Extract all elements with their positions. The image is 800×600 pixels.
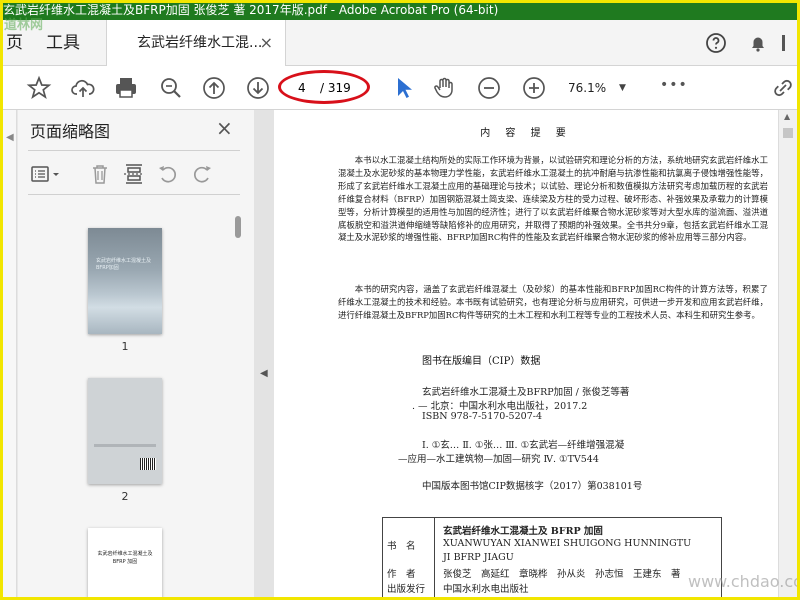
zoom-dropdown-caret[interactable]: ▼ bbox=[619, 76, 626, 100]
options-icon[interactable] bbox=[30, 162, 64, 186]
info-label-column: 书 名 作 者 出版发行 bbox=[383, 518, 435, 600]
rotate-cw-icon[interactable] bbox=[190, 162, 214, 186]
trash-icon[interactable] bbox=[88, 162, 112, 186]
summary-paragraph-2: 本书的研究内容，涵盖了玄武岩纤维混凝土（及砂浆）的基本性能和BFRP加固RC构件… bbox=[338, 284, 768, 320]
star-icon[interactable] bbox=[26, 75, 52, 101]
select-arrow-icon[interactable] bbox=[390, 75, 416, 101]
document-tab-label: 玄武岩纤维水工混... bbox=[137, 35, 263, 51]
watermark-url: www.chdao.com bbox=[688, 572, 800, 591]
panel-close-button[interactable]: × bbox=[216, 116, 233, 140]
rotate-ccw-icon[interactable] bbox=[156, 162, 180, 186]
scroll-up-arrow-icon[interactable]: ▲ bbox=[784, 112, 790, 121]
cip-title: 图书在版编目（CIP）数据 bbox=[422, 356, 541, 367]
book-info-table: 书 名 作 者 出版发行 玄武岩纤维水工混凝土及 BFRP 加固 XUANWUY… bbox=[382, 517, 722, 600]
barcode-icon bbox=[140, 458, 156, 470]
thumbnail-page-number: 1 bbox=[121, 340, 129, 353]
red-annotation-ellipse bbox=[278, 70, 370, 104]
publisher-value: 中国水利水电出版社 bbox=[443, 584, 529, 595]
thumbnail-title-page-text: 玄武岩纤维水工混凝土及 BFRP 加固 bbox=[97, 551, 153, 565]
hand-tool-icon[interactable] bbox=[432, 75, 458, 101]
page-thumbnail-3[interactable]: 玄武岩纤维水工混凝土及 BFRP 加固 bbox=[88, 528, 162, 600]
authors-value: 张俊芝 高延红 章晓桦 孙从炎 孙志恒 王建东 著 bbox=[443, 569, 681, 580]
book-title-label: 书 名 bbox=[387, 541, 416, 552]
page-down-icon[interactable] bbox=[245, 75, 271, 101]
collapse-panel-arrow-icon[interactable]: ◀ bbox=[260, 368, 268, 379]
thumbnail-cover-title: 玄武岩纤维水工混凝土及BFRP加固 bbox=[96, 258, 152, 271]
zoom-out-icon[interactable] bbox=[476, 75, 502, 101]
cloud-upload-icon[interactable] bbox=[70, 75, 96, 101]
thumbnail-text-bar bbox=[94, 444, 156, 447]
cip-line: . — 北京：中国水利水电出版社，2017.2 bbox=[412, 401, 588, 412]
document-view[interactable]: 内 容 提 要 本书以水工混凝土结构所处的实际工作环境为背景，以试验研究和理论分… bbox=[274, 110, 778, 600]
thumbnail-page-number: 2 bbox=[121, 490, 129, 503]
page-thumbnails-panel: 页面缩略图 × 玄武岩纤维水工混凝土及BFRP加固 1 2 玄武岩纤维水工混凝土… bbox=[18, 110, 254, 600]
book-title-pinyin: XUANWUYAN XIANWEI SHUIGONG HUNNINGTU bbox=[443, 538, 692, 549]
window-title-bar: 玄武岩纤维水工混凝土及BFRP加固 张俊芝 著 2017年版.pdf - Ado… bbox=[0, 0, 800, 20]
page-up-icon[interactable] bbox=[201, 75, 227, 101]
print-icon[interactable] bbox=[113, 75, 139, 101]
cip-line: —应用—水工建筑物—加固—研究 Ⅳ. ①TV544 bbox=[398, 454, 599, 465]
bell-icon[interactable] bbox=[746, 31, 770, 55]
publisher-label: 出版发行 bbox=[387, 584, 426, 595]
cip-line: ISBN 978-7-5170-5207-4 bbox=[422, 411, 542, 422]
help-icon[interactable] bbox=[704, 31, 728, 55]
cip-line: 中国版本图书馆CIP数据核字（2017）第038101号 bbox=[422, 481, 643, 492]
zoom-search-icon[interactable] bbox=[158, 75, 184, 101]
share-link-icon[interactable] bbox=[770, 75, 796, 101]
cip-line: Ⅰ. ①玄… Ⅱ. ①张… Ⅲ. ①玄武岩—纤维增强混凝 bbox=[422, 440, 625, 451]
tools-tab[interactable]: 工具 bbox=[46, 20, 80, 66]
panel-scroll-thumb[interactable] bbox=[235, 216, 241, 238]
left-navigation-strip: ◀ bbox=[3, 110, 17, 600]
document-tab-close-button[interactable]: × bbox=[260, 20, 273, 66]
page-thumbnail-2[interactable] bbox=[88, 378, 162, 484]
window-title: 玄武岩纤维水工混凝土及BFRP加固 张俊芝 著 2017年版.pdf - Ado… bbox=[3, 3, 499, 17]
menu-icon[interactable] bbox=[782, 31, 800, 55]
document-scroll-thumb[interactable] bbox=[783, 128, 793, 138]
cip-line: 玄武岩纤维水工混凝土及BFRP加固 / 张俊芝等著 bbox=[422, 387, 630, 398]
panel-title: 页面缩略图 bbox=[30, 122, 111, 141]
zoom-level-field[interactable]: 76.1% bbox=[568, 76, 606, 100]
page-thumbnail-1[interactable]: 玄武岩纤维水工混凝土及BFRP加固 bbox=[88, 228, 162, 334]
document-tab[interactable]: 玄武岩纤维水工混... × bbox=[106, 20, 286, 67]
book-title-pinyin: JI BFRP JIAGU bbox=[443, 552, 514, 563]
zoom-in-icon[interactable] bbox=[521, 75, 547, 101]
more-icon[interactable]: ••• bbox=[660, 72, 687, 98]
document-scrollbar[interactable]: ▲ bbox=[778, 110, 797, 597]
panel-divider bbox=[28, 150, 240, 151]
panel-splitter[interactable]: ◀ bbox=[254, 110, 274, 600]
collapse-left-arrow-icon[interactable]: ◀ bbox=[6, 132, 14, 143]
watermark-logo: 道林网 bbox=[4, 18, 44, 33]
insert-page-icon[interactable] bbox=[122, 162, 146, 186]
summary-paragraph-1: 本书以水工混凝土结构所处的实际工作环境为背景，以试验研究和理论分析的方法，系统地… bbox=[338, 155, 768, 243]
page-heading: 内 容 提 要 bbox=[480, 128, 572, 139]
main-toolbar: 4 / 319 76.1% ▼ ••• bbox=[0, 66, 800, 110]
book-title-cn: 玄武岩纤维水工混凝土及 BFRP 加固 bbox=[443, 526, 603, 537]
panel-scrollbar[interactable] bbox=[234, 204, 242, 594]
panel-toolbar-divider bbox=[28, 194, 240, 195]
menu-bar: 页 工具 玄武岩纤维水工混... × bbox=[0, 20, 800, 67]
author-label: 作 者 bbox=[387, 569, 416, 580]
